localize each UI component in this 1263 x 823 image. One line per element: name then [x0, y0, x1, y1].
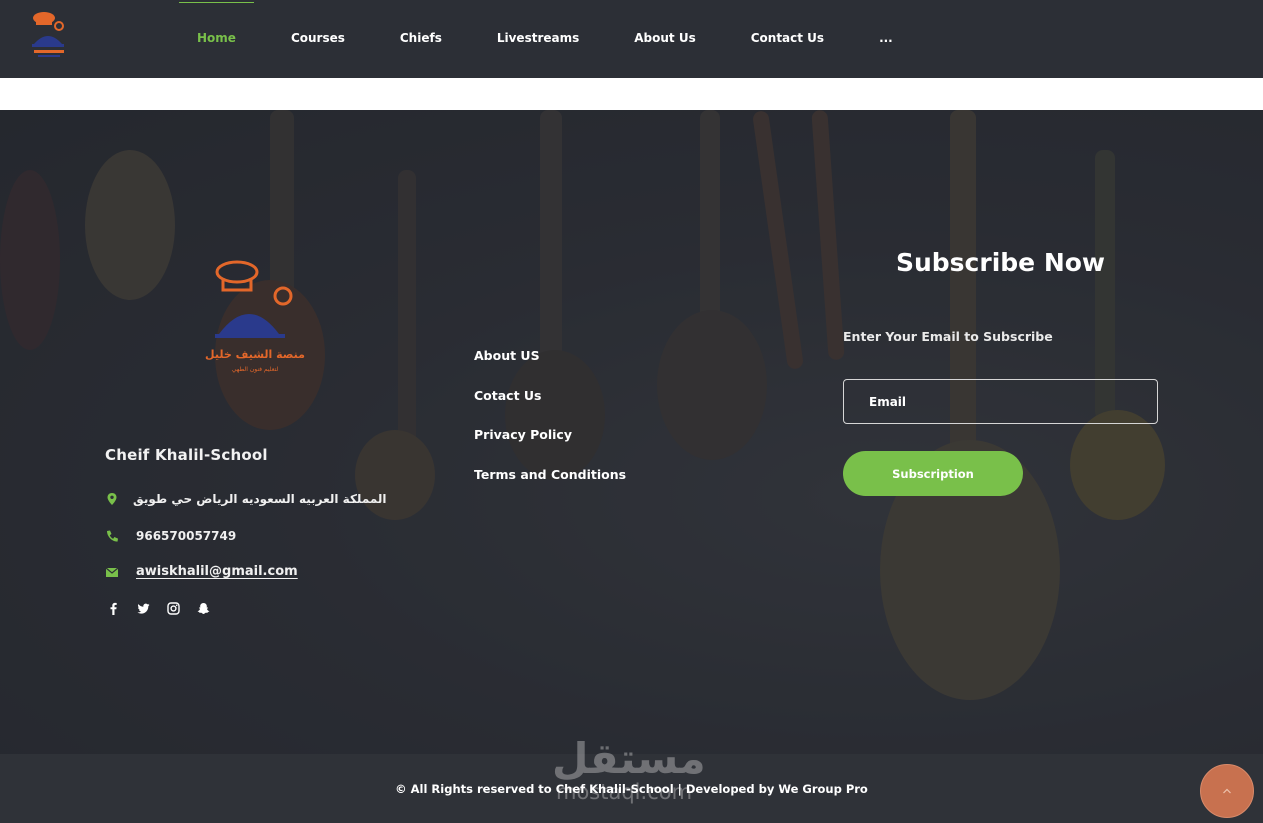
email-link[interactable]: awiskhalil@gmail.com — [136, 564, 298, 579]
email-input[interactable] — [843, 379, 1158, 424]
map-marker-icon — [107, 493, 117, 505]
logo-text: منصة الشيف خليل — [205, 348, 305, 361]
chef-school-logo[interactable] — [26, 8, 72, 62]
chevron-up-icon — [1223, 788, 1231, 794]
chef-school-logo-large: منصة الشيف خليل لتعليم فنون الطهي — [205, 260, 305, 373]
phone-row: 966570057749 — [105, 529, 236, 543]
social-links — [107, 602, 210, 615]
watermark-arabic: مستقل — [552, 734, 706, 783]
nav-livestreams[interactable]: Livestreams — [497, 0, 579, 78]
scroll-to-top-button[interactable] — [1200, 764, 1254, 818]
snapchat-icon[interactable] — [197, 602, 210, 615]
link-contact-us[interactable]: Cotact Us — [474, 388, 626, 428]
nav-contact-us[interactable]: Contact Us — [751, 0, 824, 78]
instagram-icon[interactable] — [167, 602, 180, 615]
phone-icon — [107, 530, 118, 542]
copyright-text: © All Rights reserved to Chef Khalil-Sch… — [395, 782, 868, 796]
top-navbar: Home Courses Chiefs Livestreams About Us… — [0, 0, 1263, 78]
link-privacy-policy[interactable]: Privacy Policy — [474, 427, 626, 467]
address-row: المملكة العربيه السعوديه الرياض حي طويق — [105, 492, 387, 506]
nav-chiefs[interactable]: Chiefs — [400, 0, 442, 78]
link-terms-and-conditions[interactable]: Terms and Conditions — [474, 467, 626, 507]
envelope-icon — [105, 567, 119, 577]
footer: منصة الشيف خليل لتعليم فنون الطهي Cheif … — [0, 110, 1263, 754]
mostaql-watermark: مستقل mostaql.com — [552, 734, 712, 814]
facebook-icon[interactable] — [107, 602, 120, 615]
subscribe-label: Enter Your Email to Subscribe — [843, 329, 1053, 344]
phone-text: 966570057749 — [136, 529, 237, 543]
main-nav: Home Courses Chiefs Livestreams About Us… — [179, 0, 893, 78]
subscription-button[interactable]: Subscription — [843, 451, 1023, 496]
nav-about-us[interactable]: About Us — [634, 0, 695, 78]
content-strip — [0, 78, 1263, 110]
email-row: awiskhalil@gmail.com — [105, 564, 298, 579]
logo-subtext: لتعليم فنون الطهي — [232, 366, 279, 373]
twitter-icon[interactable] — [137, 602, 150, 615]
nav-more[interactable]: ... — [879, 0, 893, 78]
link-about-us[interactable]: About US — [474, 348, 626, 388]
subscribe-title: Subscribe Now — [895, 248, 1106, 277]
address-text: المملكة العربيه السعوديه الرياض حي طويق — [133, 492, 387, 506]
nav-courses[interactable]: Courses — [291, 0, 345, 78]
footer-links: About US Cotact Us Privacy Policy Terms … — [474, 348, 626, 506]
school-name: Cheif Khalil-School — [105, 446, 268, 464]
bottom-bar: مستقل mostaql.com © All Rights reserved … — [0, 734, 1263, 823]
nav-home[interactable]: Home — [179, 0, 254, 78]
